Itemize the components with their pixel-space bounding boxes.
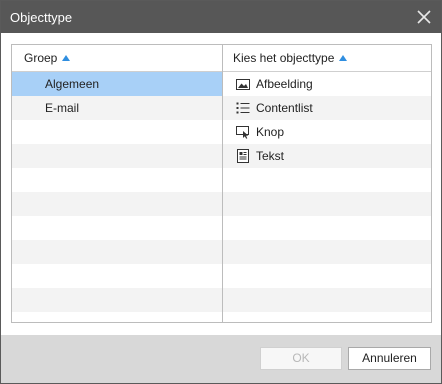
empty-row [12, 216, 222, 240]
dialog-title: Objecttype [10, 10, 73, 25]
dialog-titlebar: Objecttype [1, 1, 441, 33]
objecttype-list: Afbeelding Contentlist Knop Tekst [223, 72, 431, 322]
text-icon [237, 149, 249, 163]
objecttype-row-label: Tekst [256, 149, 285, 163]
dialog-footer: OK Annuleren [1, 335, 441, 383]
group-row-email[interactable]: E-mail [12, 96, 222, 120]
group-row-label: Algemeen [45, 77, 100, 91]
button-icon [236, 126, 249, 139]
empty-row [223, 288, 431, 312]
empty-row [223, 312, 431, 322]
objecttype-row-contentlist[interactable]: Contentlist [223, 96, 431, 120]
empty-row [12, 240, 222, 264]
group-list: Algemeen E-mail [12, 72, 222, 322]
empty-row [223, 168, 431, 192]
empty-row [223, 192, 431, 216]
empty-row [12, 192, 222, 216]
cancel-button[interactable]: Annuleren [348, 347, 431, 370]
objecttype-dialog: Objecttype Groep Algemeen E-mail Kies he… [0, 0, 442, 384]
objecttype-row-label: Afbeelding [256, 77, 313, 91]
empty-row [223, 216, 431, 240]
objecttype-row-tekst[interactable]: Tekst [223, 144, 431, 168]
objecttype-row-afbeelding[interactable]: Afbeelding [223, 72, 431, 96]
objecttype-row-label: Contentlist [256, 101, 313, 115]
objecttype-row-label: Knop [256, 125, 285, 139]
sort-ascending-icon [62, 55, 71, 61]
objecttype-column: Kies het objecttype Afbeelding Contentli… [223, 45, 431, 322]
list-icon [236, 102, 250, 114]
empty-row [12, 264, 222, 288]
image-icon [236, 79, 250, 90]
empty-row [12, 120, 222, 144]
objecttype-column-header-label: Kies het objecttype [233, 51, 335, 65]
empty-row [12, 168, 222, 192]
empty-row [12, 144, 222, 168]
empty-row [12, 288, 222, 312]
group-row-label: E-mail [45, 101, 80, 115]
group-column-header[interactable]: Groep [12, 45, 222, 72]
dialog-body: Groep Algemeen E-mail Kies het objecttyp… [1, 33, 441, 335]
objecttype-column-header[interactable]: Kies het objecttype [223, 45, 431, 72]
close-icon[interactable] [417, 10, 431, 24]
objecttype-row-knop[interactable]: Knop [223, 120, 431, 144]
group-row-algemeen[interactable]: Algemeen [12, 72, 222, 96]
sort-ascending-icon [339, 55, 348, 61]
ok-button[interactable]: OK [260, 347, 342, 370]
group-column: Groep Algemeen E-mail [12, 45, 223, 322]
empty-row [223, 240, 431, 264]
objecttype-grid: Groep Algemeen E-mail Kies het objecttyp… [11, 44, 432, 323]
group-column-header-label: Groep [24, 51, 58, 65]
empty-row [223, 264, 431, 288]
empty-row [12, 312, 222, 322]
